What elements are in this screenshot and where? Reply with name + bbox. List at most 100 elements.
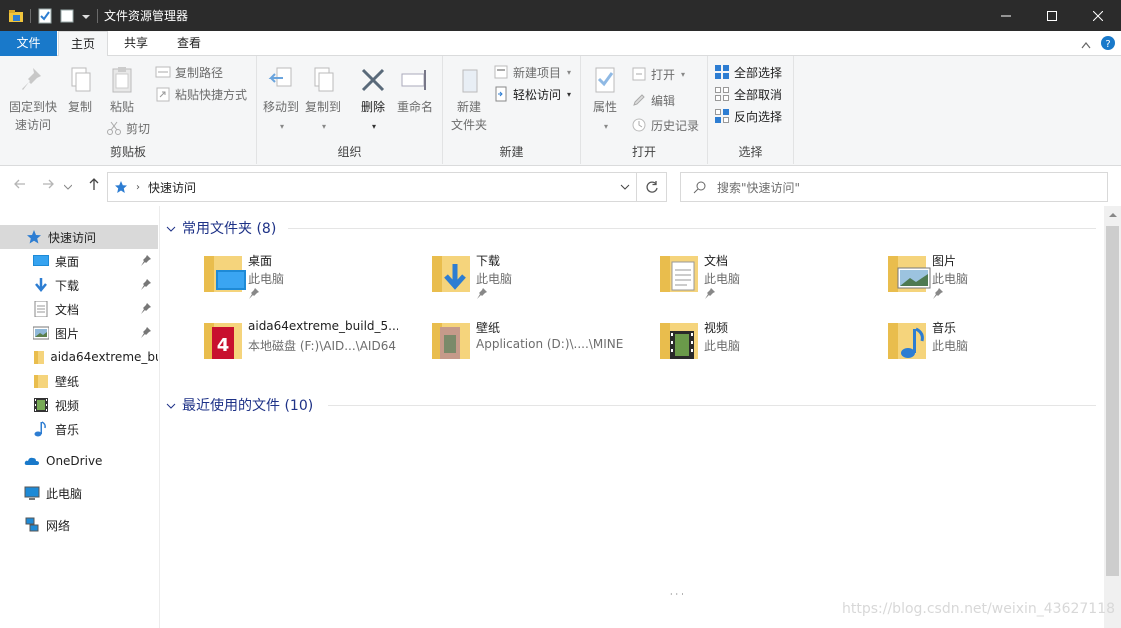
- recent-locations-button[interactable]: [63, 177, 73, 195]
- forward-button[interactable]: [39, 177, 57, 195]
- pin-icon[interactable]: [140, 302, 152, 314]
- folder-app-icon[interactable]: [8, 8, 24, 24]
- frequent-folders-header[interactable]: 常用文件夹 (8): [166, 217, 276, 239]
- select-none-icon: [715, 87, 729, 101]
- folder-tile-wallpaper[interactable]: 壁纸 Application (D:)\....\MINE: [430, 317, 650, 377]
- pin-icon[interactable]: [476, 287, 488, 299]
- delete-button[interactable]: 删除 ▾: [355, 64, 391, 136]
- copy-to-button[interactable]: 复制到 ▾: [303, 64, 343, 136]
- folder-tile-aida64[interactable]: 4 aida64extreme_build_5... 本地磁盘 (F:)\AID…: [202, 317, 422, 377]
- open-button[interactable]: 打开 ▾: [631, 64, 685, 84]
- copy-path-button[interactable]: 复制路径: [155, 62, 223, 82]
- easy-access-button[interactable]: 轻松访问 ▾: [493, 84, 571, 104]
- pin-icon[interactable]: [932, 287, 944, 299]
- copy-button[interactable]: 复制: [62, 64, 98, 116]
- paste-shortcut-button[interactable]: 粘贴快捷方式: [155, 84, 247, 104]
- document-icon: [34, 301, 48, 317]
- back-button[interactable]: [11, 177, 29, 195]
- sidebar-item-this-pc[interactable]: 此电脑: [0, 481, 158, 505]
- folder-location: 此电脑: [704, 272, 741, 286]
- maximize-button[interactable]: [1029, 0, 1075, 31]
- sidebar-item-network[interactable]: 网络: [0, 513, 158, 537]
- pin-icon[interactable]: [248, 287, 260, 299]
- collapse-ribbon-icon[interactable]: [1081, 38, 1091, 52]
- new-folder-button[interactable]: 新建 文件夹: [447, 64, 491, 134]
- address-bar[interactable]: › 快速访问: [107, 172, 637, 202]
- pin-icon[interactable]: [140, 278, 152, 290]
- documents-folder-icon: [660, 256, 698, 292]
- tab-home[interactable]: 主页: [58, 31, 108, 57]
- select-all-icon: [715, 65, 729, 79]
- organize-group: 移动到 ▾ 复制到 ▾ 删除 ▾ 重命名 组织: [257, 56, 443, 164]
- sidebar-item-quick-access[interactable]: 快速访问: [0, 225, 158, 249]
- close-button[interactable]: [1075, 0, 1121, 31]
- new-item-button[interactable]: 新建项目 ▾: [493, 62, 571, 82]
- search-box[interactable]: 搜索"快速访问": [680, 172, 1108, 202]
- folder-tile-videos[interactable]: 视频 此电脑: [658, 317, 878, 377]
- pin-quick-access-button[interactable]: 固定到快 速访问: [6, 64, 60, 134]
- arrow-up-icon: [89, 178, 99, 190]
- qat-dropdown-icon[interactable]: [81, 8, 91, 24]
- sidebar-item-music[interactable]: 音乐: [0, 417, 158, 441]
- properties-qat-icon[interactable]: [37, 8, 53, 24]
- properties-button[interactable]: 属性 ▾: [587, 64, 623, 136]
- wallpaper-folder-icon: [432, 323, 470, 359]
- sidebar-item-desktop[interactable]: 桌面: [0, 249, 158, 273]
- new-item-icon: [494, 65, 508, 79]
- recent-files-header[interactable]: 最近使用的文件 (10): [166, 394, 313, 416]
- minimize-button[interactable]: [983, 0, 1029, 31]
- edit-button[interactable]: 编辑: [631, 90, 675, 110]
- folder-name: 下载: [476, 254, 501, 268]
- sidebar-item-documents[interactable]: 文档: [0, 297, 158, 321]
- pin-icon[interactable]: [704, 287, 716, 299]
- scroll-up-icon[interactable]: [1104, 209, 1121, 223]
- address-dropdown-icon[interactable]: [620, 180, 630, 193]
- up-button[interactable]: [85, 177, 103, 195]
- sidebar-item-pictures[interactable]: 图片: [0, 321, 158, 345]
- folder-location: 此电脑: [932, 339, 969, 353]
- copy-to-icon: [314, 67, 334, 92]
- open-icon: [632, 67, 646, 81]
- pin-label-line1: 固定到快: [8, 100, 57, 114]
- select-none-button[interactable]: 全部取消: [714, 84, 782, 104]
- invert-selection-button[interactable]: 反向选择: [714, 106, 782, 126]
- sidebar-item-downloads[interactable]: 下载: [0, 273, 158, 297]
- folder-name: 音乐: [932, 321, 957, 335]
- folder-tile-pictures[interactable]: 图片 此电脑: [886, 250, 1106, 310]
- computer-icon: [24, 486, 40, 500]
- paste-button[interactable]: 粘贴: [104, 64, 140, 116]
- sidebar-item-videos[interactable]: 视频: [0, 393, 158, 417]
- select-all-button[interactable]: 全部选择: [714, 62, 782, 82]
- history-button[interactable]: 历史记录: [631, 115, 699, 135]
- scroll-thumb[interactable]: [1106, 226, 1119, 576]
- folder-tile-music[interactable]: 音乐 此电脑: [886, 317, 1106, 377]
- delete-label: 删除: [360, 100, 385, 114]
- cut-button[interactable]: 剪切: [106, 118, 150, 138]
- new-folder-qat-icon[interactable]: [59, 8, 75, 24]
- sidebar-item-aida64[interactable]: aida64extreme_build_5...: [0, 345, 158, 369]
- refresh-icon: [645, 181, 658, 193]
- pin-label-line2: 速访问: [14, 118, 51, 132]
- help-icon[interactable]: ?: [1101, 36, 1115, 53]
- tab-share[interactable]: 共享: [110, 31, 162, 56]
- folder-tile-desktop[interactable]: 桌面 此电脑: [202, 250, 422, 310]
- breadcrumb-separator-icon[interactable]: ›: [136, 182, 140, 193]
- pin-icon[interactable]: [140, 254, 152, 266]
- vertical-scrollbar[interactable]: [1104, 206, 1121, 628]
- sidebar-item-wallpaper[interactable]: 壁纸: [0, 369, 158, 393]
- network-icon: [25, 517, 39, 532]
- cloud-icon: [24, 457, 39, 465]
- tab-view[interactable]: 查看: [162, 31, 216, 56]
- cut-label: 剪切: [126, 121, 151, 136]
- title-bar: 文件资源管理器: [0, 0, 1121, 31]
- tab-file[interactable]: 文件: [0, 31, 57, 56]
- refresh-button[interactable]: [637, 172, 667, 202]
- sidebar-item-onedrive[interactable]: OneDrive: [0, 449, 158, 473]
- pin-icon[interactable]: [140, 326, 152, 338]
- folder-tile-documents[interactable]: 文档 此电脑: [658, 250, 878, 310]
- easy-access-icon: [495, 86, 507, 102]
- folder-tile-downloads[interactable]: 下载 此电脑: [430, 250, 650, 310]
- move-to-button[interactable]: 移动到 ▾: [261, 64, 301, 136]
- breadcrumb-quick-access[interactable]: 快速访问: [148, 179, 196, 196]
- rename-button[interactable]: 重命名: [395, 64, 435, 116]
